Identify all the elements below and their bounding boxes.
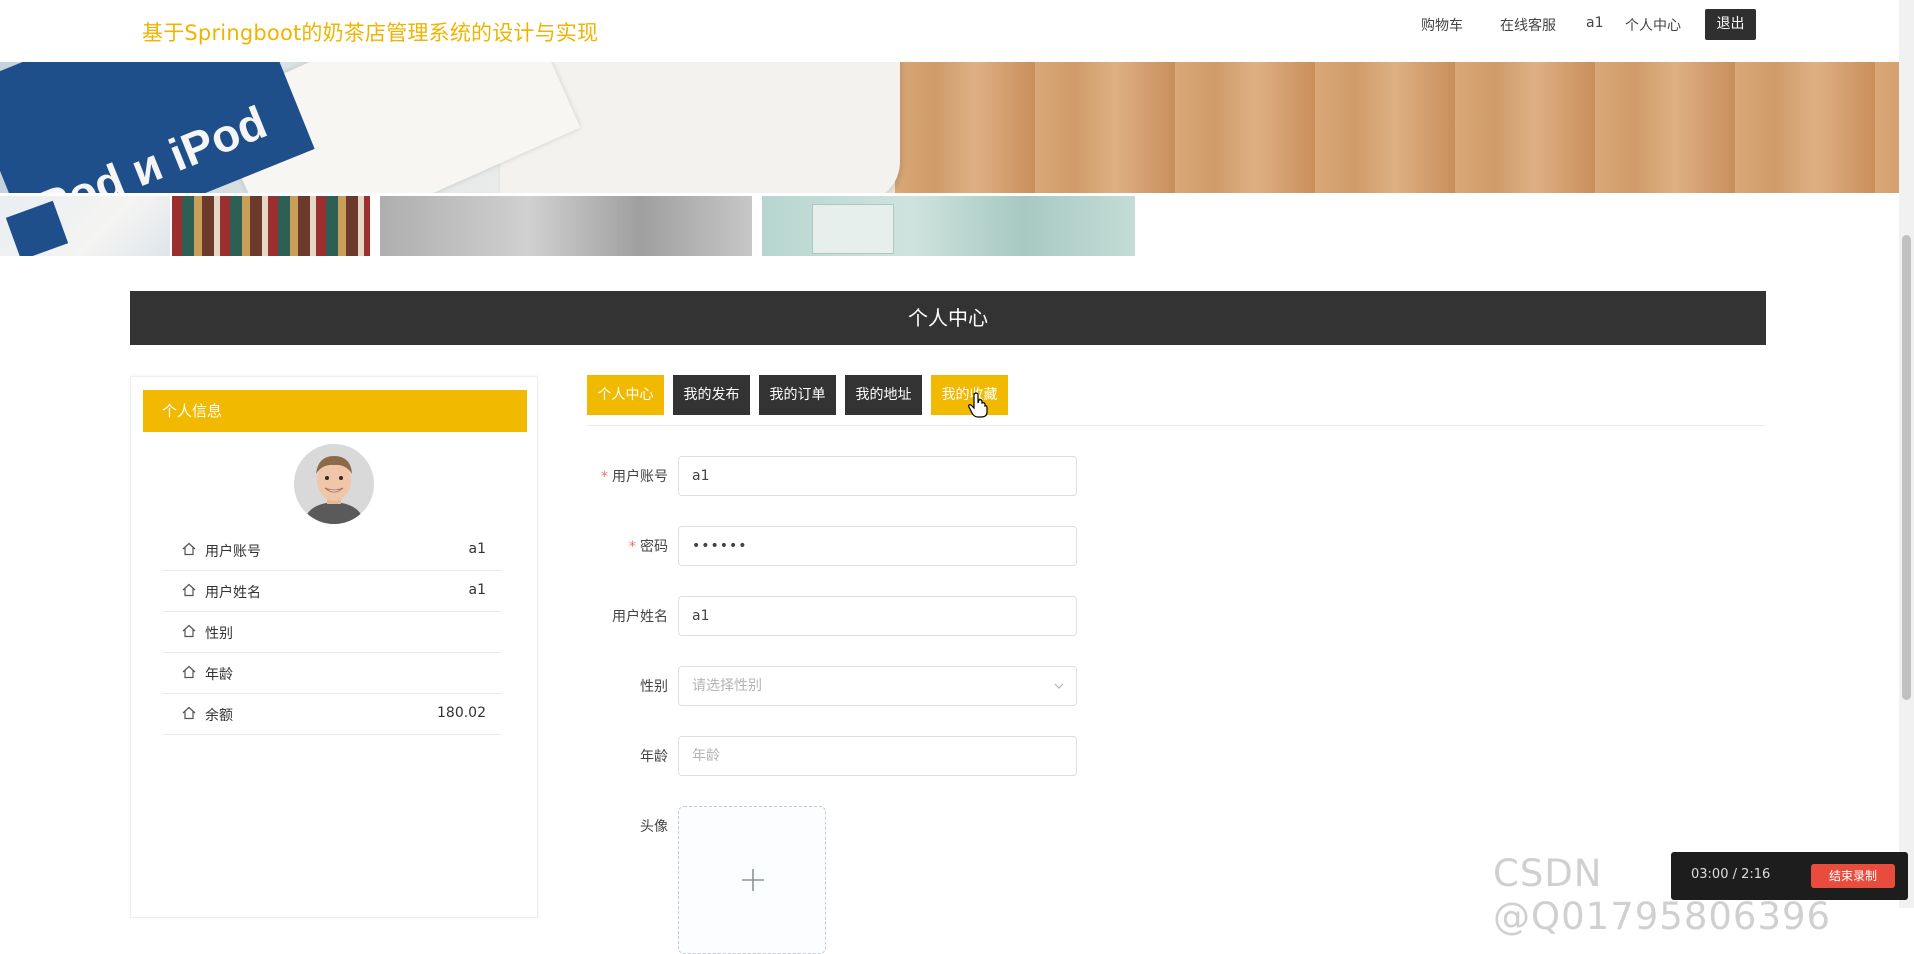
info-row-balance: 余额 180.02	[162, 694, 502, 735]
required-mark: *	[629, 539, 636, 555]
avatar	[294, 444, 374, 524]
home-icon	[182, 624, 196, 638]
banner-thumbnail-2[interactable]	[172, 196, 370, 256]
password-label: * 密码	[560, 536, 668, 556]
info-value: a1	[468, 541, 487, 557]
info-row-age: 年龄	[162, 653, 502, 694]
scrollbar-thumb[interactable]	[1902, 235, 1911, 700]
top-navbar: 基于Springboot的奶茶店管理系统的设计与实现 购物车 在线客服 a1 个…	[0, 0, 1897, 62]
info-value: a1	[468, 582, 487, 598]
profile-info-card: 个人信息 用户账号 a1 用户姓名 a1 性别 年龄 余额 180.02	[130, 376, 538, 918]
info-row-name: 用户姓名 a1	[162, 571, 502, 612]
tab-my-address[interactable]: 我的地址	[845, 375, 922, 415]
nav-service-link[interactable]: 在线客服	[1500, 15, 1556, 35]
gender-label: 性别	[640, 679, 668, 695]
tab-my-orders[interactable]: 我的订单	[759, 375, 836, 415]
info-value: 180.02	[437, 705, 486, 721]
gender-select[interactable]: 请选择性别	[678, 666, 1077, 706]
home-icon	[182, 583, 196, 597]
account-label: * 用户账号	[560, 466, 668, 486]
tabs-divider	[587, 425, 1766, 426]
info-row-account: 用户账号 a1	[162, 530, 502, 571]
account-label-text: 用户账号	[612, 469, 668, 485]
account-input[interactable]: a1	[678, 456, 1077, 496]
profile-card-title: 个人信息	[143, 390, 527, 432]
gender-select-placeholder: 请选择性别	[692, 678, 762, 694]
recording-time: 03:00 / 2:16	[1691, 867, 1771, 882]
home-icon	[182, 665, 196, 679]
home-icon	[182, 542, 196, 556]
avatar-upload-box[interactable]	[678, 806, 826, 954]
banner-thumbnail-1[interactable]	[0, 196, 170, 256]
section-title: 个人中心	[130, 291, 1766, 345]
chevron-down-icon	[1054, 683, 1064, 689]
nav-cart-link[interactable]: 购物车	[1421, 15, 1463, 35]
banner-thumbnail-3[interactable]	[380, 196, 752, 256]
home-icon	[182, 706, 196, 720]
stop-recording-button[interactable]: 结束录制	[1811, 864, 1895, 888]
info-label: 用户账号	[205, 544, 261, 560]
plus-icon	[742, 869, 764, 891]
info-label: 性别	[205, 626, 233, 642]
recording-widget: 03:00 / 2:16 结束录制	[1671, 852, 1908, 900]
tab-my-favorites[interactable]: 我的收藏	[931, 375, 1008, 415]
name-input[interactable]: a1	[678, 596, 1077, 636]
password-label-text: 密码	[640, 539, 668, 555]
info-row-gender: 性别	[162, 612, 502, 653]
banner-thumbnail-4[interactable]	[762, 196, 1135, 256]
banner-image: iPod и iPod	[0, 62, 1899, 193]
banner-wood-surface	[895, 62, 1899, 193]
required-mark: *	[601, 469, 608, 485]
nav-profile-link[interactable]: 个人中心	[1625, 15, 1681, 35]
password-input[interactable]: ••••••	[678, 526, 1077, 566]
avatar-upload-label: 头像	[640, 819, 668, 835]
tab-profile[interactable]: 个人中心	[587, 375, 664, 415]
info-label: 年龄	[205, 667, 233, 683]
name-label: 用户姓名	[612, 609, 668, 625]
info-label: 余额	[205, 708, 233, 724]
info-label: 用户姓名	[205, 585, 261, 601]
age-input[interactable]: 年龄	[678, 736, 1077, 776]
site-title[interactable]: 基于Springboot的奶茶店管理系统的设计与实现	[142, 17, 598, 47]
nav-username-link[interactable]: a1	[1586, 15, 1604, 31]
age-label: 年龄	[640, 749, 668, 765]
tab-my-posts[interactable]: 我的发布	[673, 375, 750, 415]
logout-button[interactable]: 退出	[1705, 9, 1756, 40]
